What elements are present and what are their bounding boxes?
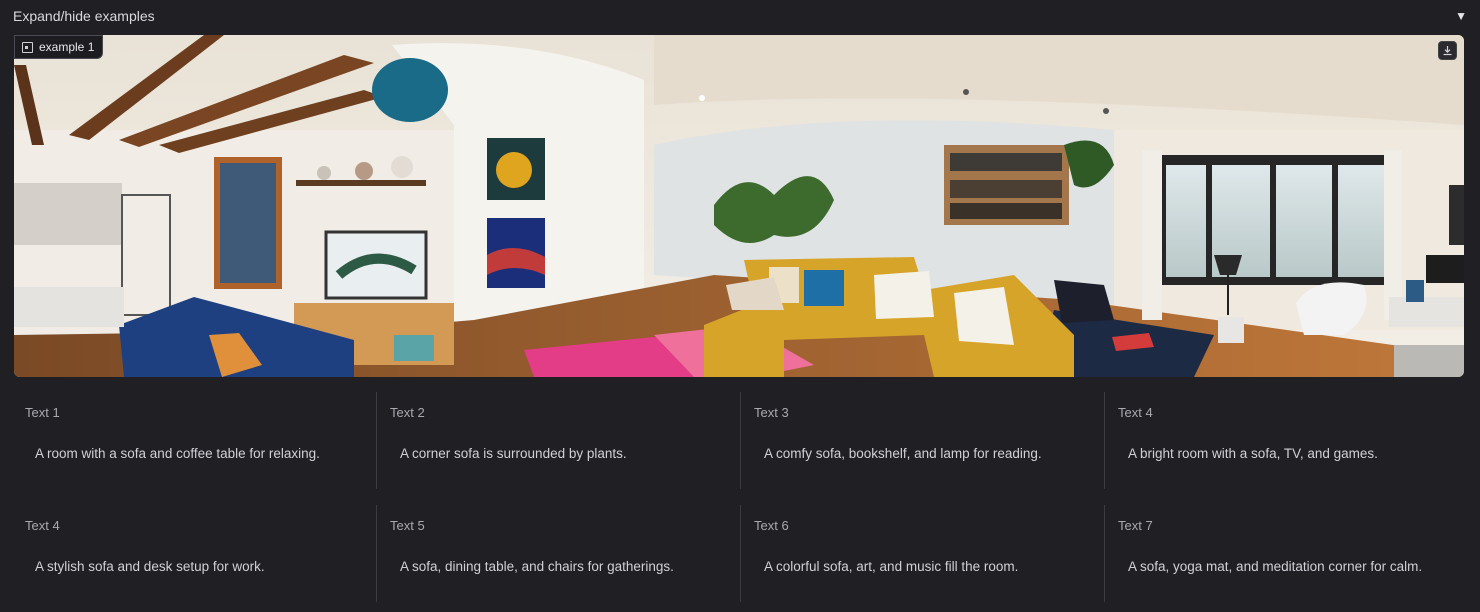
text-label: Text 6 <box>754 518 789 533</box>
collapse-toggle-icon[interactable]: ▼ <box>1455 9 1467 23</box>
download-button[interactable] <box>1438 41 1457 60</box>
example-cell: Text 7 A sofa, yoga mat, and meditation … <box>1104 505 1468 602</box>
text-label: Text 1 <box>25 405 60 420</box>
panorama-illustration <box>14 35 1464 377</box>
example-cell: Text 5 A sofa, dining table, and chairs … <box>376 505 740 602</box>
example-cell: Text 1 A room with a sofa and coffee tab… <box>12 392 376 489</box>
text-value[interactable]: A corner sofa is surrounded by plants. <box>400 446 720 461</box>
text-value[interactable]: A room with a sofa and coffee table for … <box>35 446 355 461</box>
examples-header-title: Expand/hide examples <box>13 8 155 24</box>
text-label: Text 7 <box>1118 518 1153 533</box>
text-label: Text 5 <box>390 518 425 533</box>
text-label: Text 4 <box>25 518 60 533</box>
download-icon <box>1443 46 1452 56</box>
panorama-image <box>14 35 1464 377</box>
example-cell: Text 4 A bright room with a sofa, TV, an… <box>1104 392 1468 489</box>
example-cell: Text 2 A corner sofa is surrounded by pl… <box>376 392 740 489</box>
text-value[interactable]: A sofa, yoga mat, and meditation corner … <box>1128 559 1448 574</box>
example-cell: Text 3 A comfy sofa, bookshelf, and lamp… <box>740 392 1104 489</box>
examples-header[interactable]: Expand/hide examples ▼ <box>0 0 1480 32</box>
text-label: Text 4 <box>1118 405 1153 420</box>
text-value[interactable]: A comfy sofa, bookshelf, and lamp for re… <box>764 446 1084 461</box>
text-label: Text 3 <box>754 405 789 420</box>
image-icon <box>22 41 33 53</box>
image-label-chip: example 1 <box>14 35 104 59</box>
text-value[interactable]: A colorful sofa, art, and music fill the… <box>764 559 1084 574</box>
example-cell: Text 6 A colorful sofa, art, and music f… <box>740 505 1104 602</box>
text-label: Text 2 <box>390 405 425 420</box>
text-value[interactable]: A sofa, dining table, and chairs for gat… <box>400 559 720 574</box>
example-cell: Text 4 A stylish sofa and desk setup for… <box>12 505 376 602</box>
text-value[interactable]: A bright room with a sofa, TV, and games… <box>1128 446 1448 461</box>
image-label: example 1 <box>39 40 95 54</box>
examples-grid: Text 1 A room with a sofa and coffee tab… <box>12 392 1468 602</box>
text-value[interactable]: A stylish sofa and desk setup for work. <box>35 559 355 574</box>
